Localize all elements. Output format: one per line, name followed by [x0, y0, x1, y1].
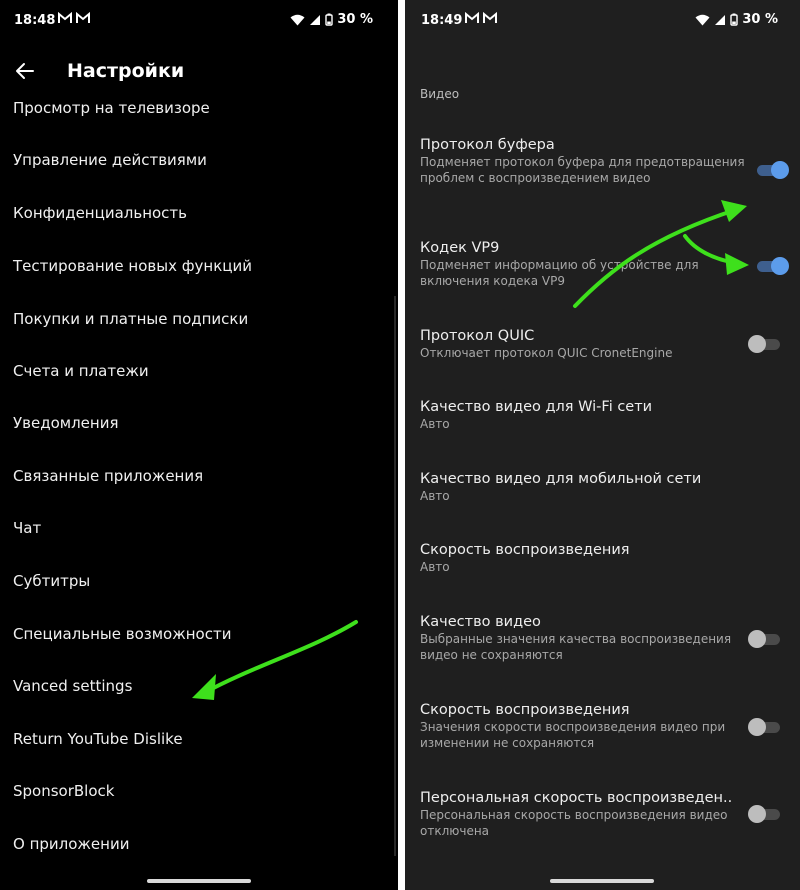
pref-title: Протокол QUIC — [420, 328, 535, 344]
menu-item-about[interactable]: О приложении — [13, 835, 129, 853]
pref-mobile-video-quality[interactable]: Качество видео для мобильной сети Авто — [420, 471, 750, 504]
pref-quic-protocol[interactable]: Протокол QUIC Отключает протокол QUIC Cr… — [420, 328, 750, 361]
wifi-icon — [290, 14, 305, 25]
pref-title: Качество видео — [420, 614, 541, 630]
status-time: 18:48 — [14, 13, 56, 28]
pref-title: Скорость воспроизведения — [420, 542, 630, 558]
menu-item-chat[interactable]: Чат — [13, 519, 41, 537]
annotation-arrow — [192, 620, 358, 700]
home-indicator[interactable] — [147, 879, 251, 883]
toggle-quic-protocol[interactable] — [748, 334, 782, 354]
pref-remember-video-quality[interactable]: Качество видео Выбранные значения качест… — [420, 614, 750, 663]
toggle-remember-playback-speed[interactable] — [748, 717, 782, 737]
battery-icon — [730, 13, 739, 26]
pref-buffer-protocol[interactable]: Протокол буфера Подменяет протокол буфер… — [420, 137, 750, 186]
signal-icon — [715, 14, 726, 25]
menu-item-privacy[interactable]: Конфиденциальность — [13, 204, 187, 222]
page-title: Настройки — [67, 60, 185, 82]
menu-item-vanced-settings[interactable]: Vanced settings — [13, 677, 132, 695]
pref-title: Качество видео для Wi-Fi сети — [420, 399, 653, 415]
menu-item-accessibility[interactable]: Специальные возможности — [13, 625, 231, 643]
menu-item-sponsorblock[interactable]: SponsorBlock — [13, 782, 114, 800]
battery-percent: 30 % — [742, 12, 778, 27]
app-bar: Настройки — [0, 52, 398, 92]
pref-custom-playback-speed[interactable]: Персональная скорость воспроизведен.. Пе… — [420, 790, 750, 839]
scrollbar[interactable] — [394, 296, 396, 856]
status-bar: 18:48 30 % — [0, 0, 398, 44]
toggle-remember-video-quality[interactable] — [748, 629, 782, 649]
menu-item-billing[interactable]: Счета и платежи — [13, 362, 149, 380]
menu-item-tv-viewing[interactable]: Просмотр на телевизоре — [13, 99, 210, 117]
status-bar: 18:49 30 % — [405, 0, 800, 44]
pref-title: Кодек VP9 — [420, 240, 500, 256]
pref-title: Скорость воспроизведения — [420, 702, 630, 718]
pref-playback-speed[interactable]: Скорость воспроизведения Авто — [420, 542, 750, 575]
wifi-icon — [695, 14, 710, 25]
home-indicator[interactable] — [550, 879, 654, 883]
menu-item-captions[interactable]: Субтитры — [13, 572, 90, 590]
pref-summary: Персональная скорость воспроизведения ви… — [420, 808, 728, 838]
toggle-buffer-protocol[interactable] — [755, 160, 789, 180]
status-time: 18:49 — [421, 13, 463, 28]
back-arrow-icon[interactable] — [12, 58, 38, 84]
gmail-icon — [465, 12, 479, 24]
status-icons: 30 % — [695, 12, 778, 27]
pref-summary: Подменяет протокол буфера для предотвращ… — [420, 155, 745, 185]
signal-icon — [310, 14, 321, 25]
pref-summary: Авто — [420, 489, 450, 503]
pref-title: Персональная скорость воспроизведен.. — [420, 790, 733, 806]
battery-icon — [325, 13, 334, 26]
battery-percent: 30 % — [337, 12, 373, 27]
pref-summary: Подменяет информацию об устройстве для в… — [420, 258, 699, 288]
pref-summary: Авто — [420, 417, 450, 431]
menu-item-purchases[interactable]: Покупки и платные подписки — [13, 310, 248, 328]
annotation-arrows — [573, 200, 749, 308]
pref-summary: Авто — [420, 560, 450, 574]
left-screen: 18:48 30 % Настройки Просмотр на телевиз… — [0, 0, 398, 890]
right-screen: 18:49 30 % Видео Протокол буфера Подменя… — [405, 0, 800, 890]
pref-remember-playback-speed[interactable]: Скорость воспроизведения Значения скорос… — [420, 702, 750, 751]
menu-item-connected-apps[interactable]: Связанные приложения — [13, 467, 203, 485]
toggle-vp9-codec[interactable] — [755, 256, 789, 276]
menu-item-return-youtube-dislike[interactable]: Return YouTube Dislike — [13, 730, 183, 748]
menu-item-notifications[interactable]: Уведомления — [13, 414, 118, 432]
gmail-icon — [58, 12, 72, 24]
menu-item-action-management[interactable]: Управление действиями — [13, 151, 207, 169]
pref-vp9-codec[interactable]: Кодек VP9 Подменяет информацию об устрой… — [420, 240, 750, 289]
gmail-icon — [483, 12, 497, 24]
gmail-icon — [76, 12, 90, 24]
pref-title: Качество видео для мобильной сети — [420, 471, 702, 487]
pref-wifi-video-quality[interactable]: Качество видео для Wi-Fi сети Авто — [420, 399, 750, 432]
section-title: Видео — [420, 87, 460, 101]
pref-summary: Отключает протокол QUIC CronetEngine — [420, 346, 673, 360]
status-icons: 30 % — [290, 12, 373, 27]
pref-summary: Выбранные значения качества воспроизведе… — [420, 632, 732, 662]
toggle-custom-playback-speed[interactable] — [748, 804, 782, 824]
pref-title: Протокол буфера — [420, 137, 555, 153]
menu-item-try-new-features[interactable]: Тестирование новых функций — [13, 257, 252, 275]
pref-summary: Значения скорости воспроизведения видео … — [420, 720, 726, 750]
